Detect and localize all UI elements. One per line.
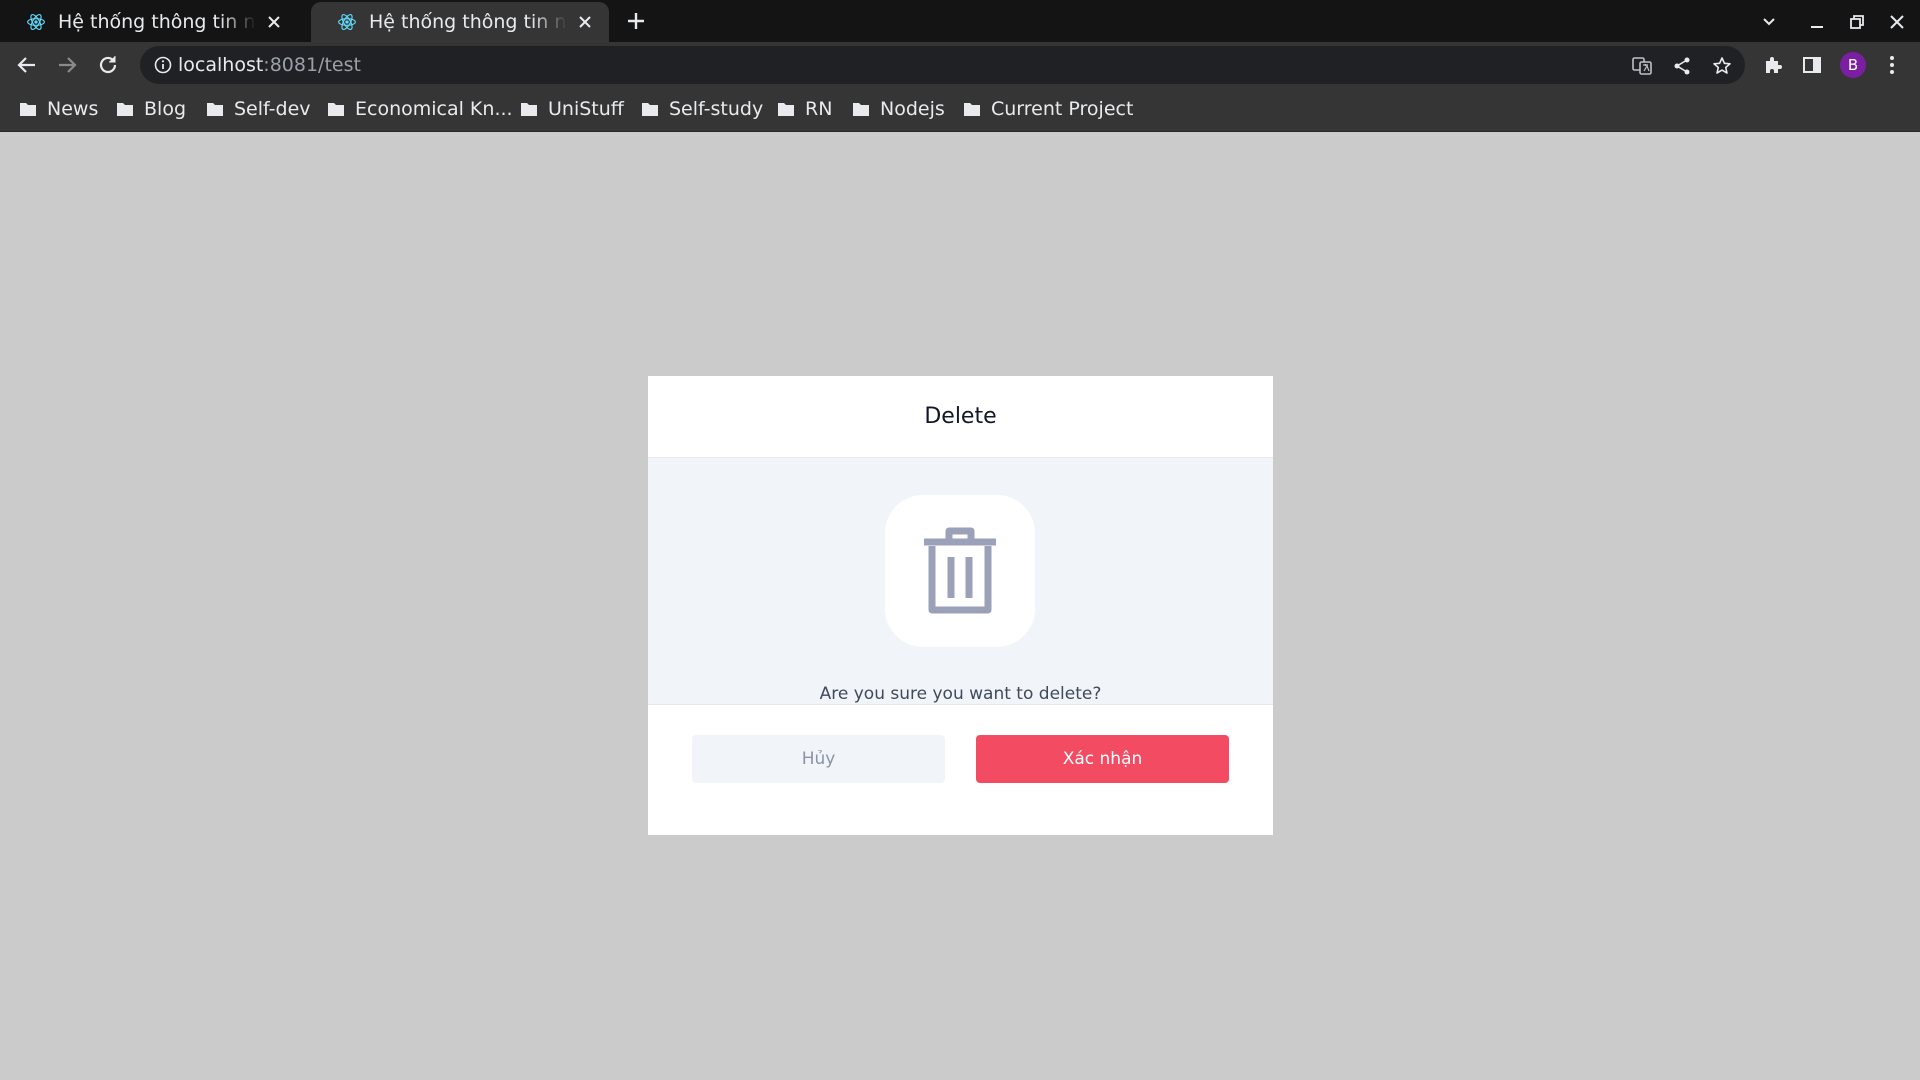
close-window-icon[interactable]: [1884, 9, 1910, 35]
browser-toolbar: localhost:8081/test B: [0, 42, 1920, 88]
dialog-footer: Hủy Xác nhận: [648, 705, 1273, 835]
delete-dialog: Delete Are you sure you want to delete? …: [648, 376, 1273, 835]
react-icon: [338, 14, 356, 30]
folder-icon: [853, 103, 869, 116]
trash-icon-container: [885, 495, 1035, 647]
cancel-button[interactable]: Hủy: [692, 735, 945, 783]
back-arrow-icon[interactable]: [13, 51, 41, 79]
folder-icon: [207, 103, 223, 116]
bookmark-folder-blog[interactable]: Blog: [116, 96, 186, 122]
bookmark-folder-rn[interactable]: RN: [777, 96, 832, 122]
url-path: :8081/test: [263, 54, 361, 76]
extensions-puzzle-icon[interactable]: [1759, 51, 1787, 79]
bookmark-label: Self-study: [669, 98, 764, 120]
react-icon: [27, 14, 45, 30]
confirm-button[interactable]: Xác nhận: [976, 735, 1229, 783]
trash-icon: [924, 527, 996, 614]
bookmark-folder-economical[interactable]: Economical Kn...: [327, 96, 513, 122]
dialog-title: Delete: [648, 376, 1273, 458]
bookmark-label: News: [47, 98, 99, 120]
bookmark-folder-news[interactable]: News: [19, 96, 98, 122]
bookmark-label: Current Project: [991, 98, 1134, 120]
side-panel-icon[interactable]: [1798, 51, 1826, 79]
bookmark-label: Economical Kn...: [355, 98, 513, 120]
url-text[interactable]: localhost:8081/test: [178, 54, 361, 76]
menu-kebab-icon[interactable]: [1878, 51, 1906, 79]
restore-icon[interactable]: [1844, 9, 1870, 35]
bookmark-label: UniStuff: [548, 98, 624, 120]
folder-icon: [778, 103, 794, 116]
site-info-icon[interactable]: [154, 56, 172, 74]
browser-tab-active[interactable]: Hệ thống thông tin nguồn: [311, 2, 609, 42]
tab-title: Hệ thống thông tin nguồn: [58, 11, 256, 33]
new-tab-plus-icon[interactable]: [624, 9, 648, 33]
bookmark-label: Self-dev: [234, 98, 311, 120]
translate-icon[interactable]: [1631, 55, 1653, 77]
close-tab-icon[interactable]: [264, 12, 284, 32]
bookmark-folder-nodejs[interactable]: Nodejs: [852, 96, 945, 122]
bookmark-label: Blog: [144, 98, 186, 120]
bookmark-folder-self-study[interactable]: Self-study: [641, 96, 763, 122]
close-tab-icon[interactable]: [575, 12, 595, 32]
folder-icon: [964, 103, 980, 116]
bookmark-label: RN: [805, 98, 833, 120]
bookmark-label: Nodejs: [880, 98, 945, 120]
bookmark-folder-self-dev[interactable]: Self-dev: [206, 96, 311, 122]
confirm-message: Are you sure you want to delete?: [819, 684, 1102, 704]
url-host: localhost: [178, 54, 264, 76]
folder-icon: [521, 103, 537, 116]
bookmark-star-icon[interactable]: [1711, 55, 1733, 77]
folder-icon: [642, 103, 658, 116]
bookmark-folder-unistuff[interactable]: UniStuff: [520, 96, 624, 122]
bookmark-folder-current-project[interactable]: Current Project: [963, 96, 1133, 122]
folder-icon: [328, 103, 344, 116]
reload-icon[interactable]: [94, 51, 122, 79]
bookmarks-bar: News Blog Self-dev Economical Kn... UniS…: [0, 88, 1920, 132]
browser-tab[interactable]: Hệ thống thông tin nguồn: [0, 2, 298, 42]
forward-arrow-icon[interactable]: [53, 51, 81, 79]
folder-icon: [117, 103, 133, 116]
profile-avatar[interactable]: B: [1840, 52, 1866, 78]
dialog-body: Are you sure you want to delete?: [648, 458, 1273, 705]
minimize-icon[interactable]: [1804, 9, 1830, 35]
tab-strip: Hệ thống thông tin nguồn Hệ thống thông …: [0, 0, 1920, 42]
tab-search-chevron-icon[interactable]: [1756, 9, 1782, 35]
share-icon[interactable]: [1671, 55, 1693, 77]
folder-icon: [20, 103, 36, 116]
address-bar[interactable]: localhost:8081/test: [140, 46, 1745, 84]
tab-title: Hệ thống thông tin nguồn: [369, 11, 567, 33]
